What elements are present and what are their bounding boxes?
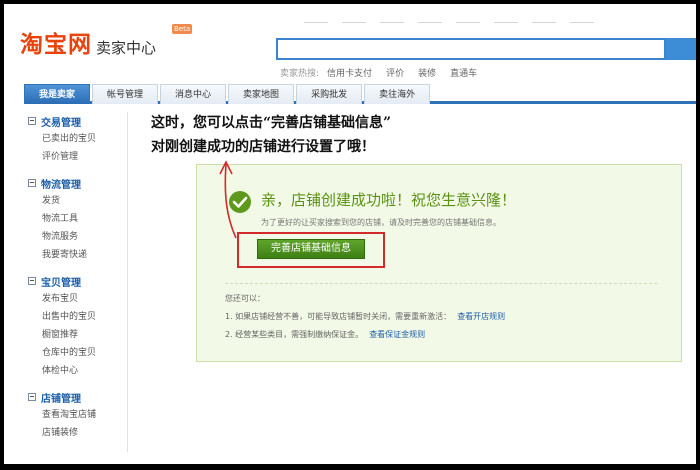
hot-link[interactable]: 直通车 bbox=[450, 66, 477, 79]
check-mark-svg bbox=[232, 196, 248, 208]
top-link-dash bbox=[570, 22, 594, 23]
sidebar-item-on-sale[interactable]: 出售中的宝贝 bbox=[24, 308, 127, 326]
sidebar-group-logistics: 物流管理 发货 物流工具 物流服务 我要寄快递 bbox=[24, 174, 127, 264]
success-description: 为了更好的让买家搜索到您的店铺，请及时完善您的店铺基础信息。 bbox=[261, 218, 501, 227]
deposit-rules-link[interactable]: 查看保证金规则 bbox=[369, 330, 425, 339]
tab-overseas[interactable]: 卖往海外 bbox=[364, 84, 431, 104]
search-input[interactable] bbox=[276, 38, 666, 60]
tab-seller-map[interactable]: 卖家地图 bbox=[228, 84, 295, 104]
top-link-dash bbox=[456, 22, 480, 23]
collapse-icon[interactable] bbox=[28, 117, 36, 125]
tab-messages[interactable]: 消息中心 bbox=[160, 84, 227, 104]
tip-text: 1. 如果店铺经营不善，可能导致店铺暂时关闭，需要重新激活： bbox=[225, 312, 452, 321]
hot-search-label: 卖家热搜: bbox=[280, 69, 320, 79]
tip-text: 2. 经营某些类目，需强制缴纳保证金。 bbox=[225, 330, 364, 339]
sidebar-group-trade: 交易管理 已卖出的宝贝 评价管理 bbox=[24, 112, 127, 166]
sidebar-item-logistics-service[interactable]: 物流服务 bbox=[24, 228, 127, 246]
top-link-dash bbox=[494, 22, 518, 23]
top-link-dash bbox=[532, 22, 556, 23]
sidebar-group-store: 店铺管理 查看淘宝店铺 店铺装修 bbox=[24, 388, 127, 442]
top-link-dash bbox=[380, 22, 404, 23]
sidebar-item-logistics-tools[interactable]: 物流工具 bbox=[24, 210, 127, 228]
logo-main-text: 淘宝网 bbox=[20, 32, 92, 58]
sidebar: 交易管理 已卖出的宝贝 评价管理 物流管理 发货 物流工具 物流服务 我要寄快递… bbox=[24, 112, 128, 452]
sidebar-group-items: 宝贝管理 发布宝贝 出售中的宝贝 橱窗推荐 仓库中的宝贝 体检中心 bbox=[24, 272, 127, 380]
collapse-icon[interactable] bbox=[28, 277, 36, 285]
sidebar-group-title[interactable]: 物流管理 bbox=[24, 174, 127, 192]
sidebar-item-publish[interactable]: 发布宝贝 bbox=[24, 290, 127, 308]
collapse-icon[interactable] bbox=[28, 393, 36, 401]
tab-wholesale[interactable]: 采购批发 bbox=[296, 84, 363, 104]
logo-sub-text: 卖家中心 bbox=[96, 39, 157, 57]
top-link-dash bbox=[342, 22, 366, 23]
store-rules-link[interactable]: 查看开店规则 bbox=[457, 312, 505, 321]
hot-search-links: 卖家热搜: 信用卡支付 评价 装修 直通车 bbox=[280, 66, 477, 79]
sidebar-item-sold[interactable]: 已卖出的宝贝 bbox=[24, 130, 127, 148]
tutorial-annotation: 这时，您可以点击“完善店铺基础信息” 对刚创建成功的店铺进行设置了哦！ bbox=[151, 111, 391, 159]
hot-link[interactable]: 评价 bbox=[386, 66, 404, 79]
tab-seller[interactable]: 我是卖家 bbox=[24, 84, 91, 104]
complete-store-info-button[interactable]: 完善店铺基础信息 bbox=[257, 239, 365, 259]
sidebar-item-checkup[interactable]: 体检中心 bbox=[24, 362, 127, 380]
sidebar-group-label: 店铺管理 bbox=[41, 393, 81, 405]
success-title: 亲，店铺创建成功啦！祝您生意兴隆！ bbox=[261, 191, 517, 209]
search-button[interactable] bbox=[666, 38, 696, 60]
collapse-icon[interactable] bbox=[28, 179, 36, 187]
sidebar-item-view-store[interactable]: 查看淘宝店铺 bbox=[24, 406, 127, 424]
main-nav: 我是卖家 帐号管理 消息中心 卖家地图 采购批发 卖往海外 bbox=[24, 84, 696, 104]
top-link-dash bbox=[418, 22, 442, 23]
sidebar-group-title[interactable]: 宝贝管理 bbox=[24, 272, 127, 290]
sidebar-item-decorate[interactable]: 店铺装修 bbox=[24, 424, 127, 442]
sidebar-item-reviews[interactable]: 评价管理 bbox=[24, 148, 127, 166]
annotation-line: 对刚创建成功的店铺进行设置了哦！ bbox=[151, 139, 375, 155]
tip-item: 2. 经营某些类目，需强制缴纳保证金。 查看保证金规则 bbox=[225, 329, 425, 340]
also-label: 您还可以： bbox=[225, 294, 265, 303]
sidebar-group-label: 交易管理 bbox=[41, 117, 81, 129]
tip-item: 1. 如果店铺经营不善，可能导致店铺暂时关闭，需要重新激活： 查看开店规则 bbox=[225, 311, 505, 322]
annotation-line: 这时，您可以点击“完善店铺基础信息” bbox=[151, 115, 392, 131]
sidebar-item-showcase[interactable]: 橱窗推荐 bbox=[24, 326, 127, 344]
tab-account[interactable]: 帐号管理 bbox=[92, 84, 159, 104]
hot-link[interactable]: 信用卡支付 bbox=[327, 66, 372, 79]
sidebar-group-label: 物流管理 bbox=[41, 179, 81, 191]
sidebar-item-express[interactable]: 我要寄快递 bbox=[24, 246, 127, 264]
beta-badge: Beta bbox=[172, 24, 193, 34]
top-link-dash bbox=[304, 22, 328, 23]
hot-link[interactable]: 装修 bbox=[418, 66, 436, 79]
divider bbox=[225, 283, 657, 284]
sidebar-item-warehouse[interactable]: 仓库中的宝贝 bbox=[24, 344, 127, 362]
screenshot-frame: 淘宝网 卖家中心 Beta 卖家热搜: 信用卡支付 评价 装修 直通车 我是卖家… bbox=[4, 4, 696, 464]
sidebar-group-title[interactable]: 店铺管理 bbox=[24, 388, 127, 406]
sidebar-group-title[interactable]: 交易管理 bbox=[24, 112, 127, 130]
check-icon bbox=[229, 191, 251, 213]
sidebar-group-label: 宝贝管理 bbox=[41, 277, 81, 289]
sidebar-item-ship[interactable]: 发货 bbox=[24, 192, 127, 210]
taobao-logo[interactable]: 淘宝网 卖家中心 Beta bbox=[20, 24, 193, 58]
top-links-placeholder bbox=[304, 22, 594, 23]
success-panel: 亲，店铺创建成功啦！祝您生意兴隆！ 为了更好的让买家搜索到您的店铺，请及时完善您… bbox=[196, 164, 682, 362]
